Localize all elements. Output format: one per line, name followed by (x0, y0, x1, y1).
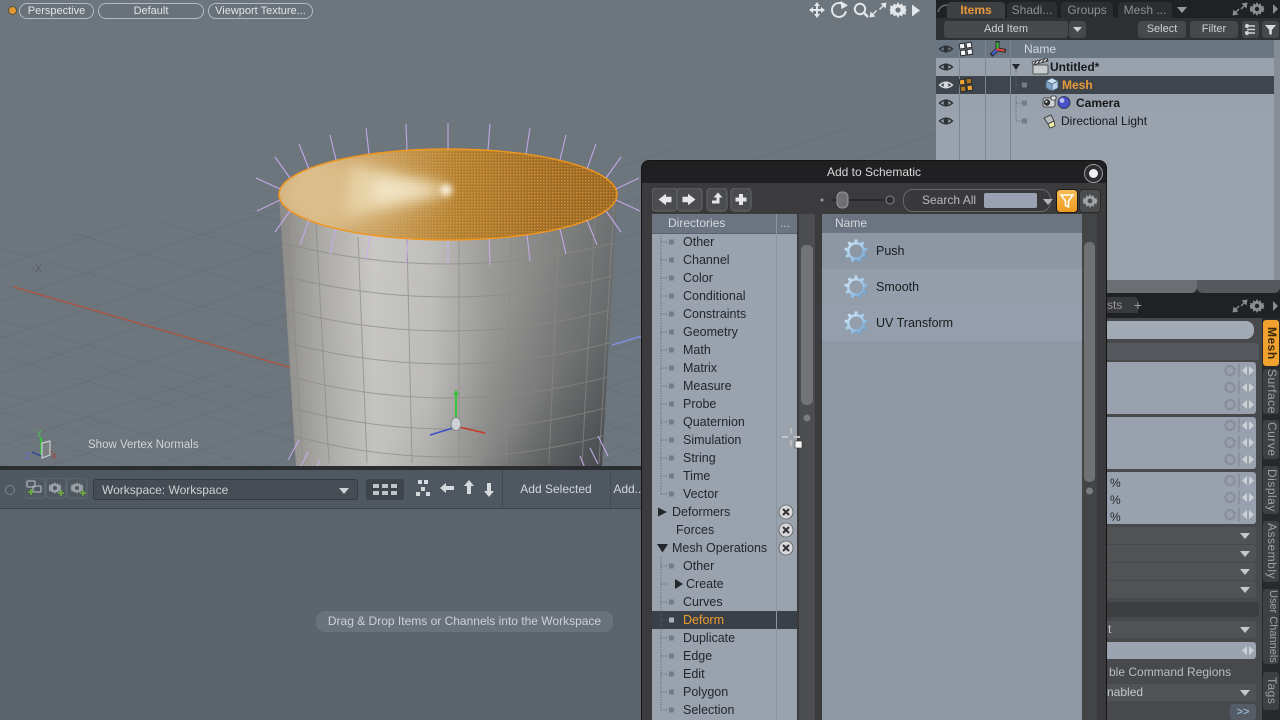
svg-text:-X: -X (31, 263, 43, 275)
svg-text:Y: Y (36, 429, 42, 439)
svg-text:Show Vertex Normals: Show Vertex Normals (88, 439, 199, 451)
svg-text:Z: Z (25, 451, 31, 461)
svg-text:X: X (51, 451, 57, 461)
